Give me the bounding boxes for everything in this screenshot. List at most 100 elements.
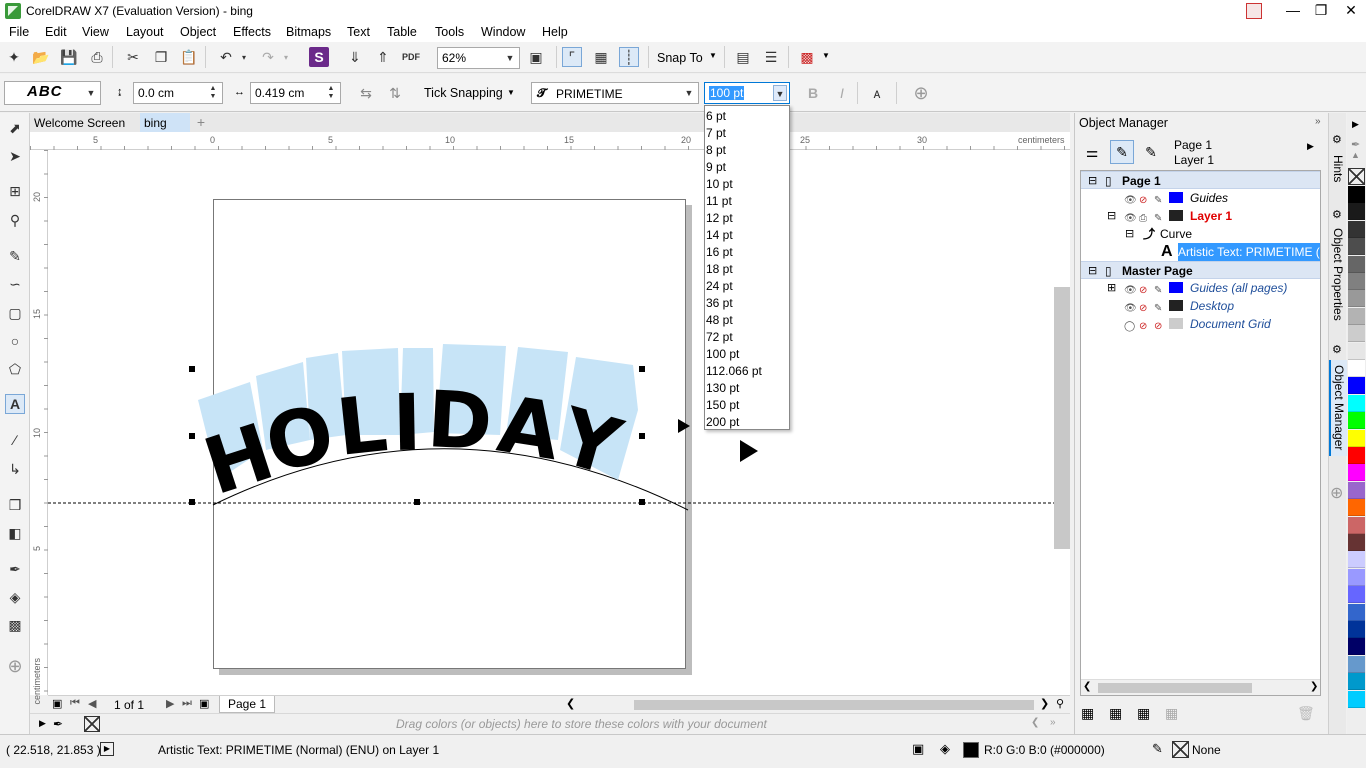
font-list-field[interactable]: 𝓣 PRIMETIME ▼ — [531, 82, 699, 104]
tree-scrollbar-thumb[interactable] — [1098, 683, 1252, 693]
first-page-icon[interactable]: ⏮ — [70, 697, 80, 710]
snap-to-label[interactable]: Snap To — [657, 51, 703, 65]
font-size-option[interactable]: 16 pt — [706, 244, 788, 261]
show-rulers-icon[interactable]: ⌜ — [562, 47, 582, 67]
color-swatch[interactable] — [1348, 255, 1365, 273]
show-guidelines-icon[interactable]: ┊ — [619, 47, 639, 67]
font-size-option[interactable]: 18 pt — [706, 261, 788, 278]
no-fill-swatch[interactable] — [1348, 168, 1365, 185]
path-direction-arrow-icon[interactable] — [678, 419, 690, 433]
add-docker-icon[interactable]: ⊕ — [1330, 483, 1343, 503]
pick-tool-icon[interactable]: ⬈ — [5, 118, 25, 138]
paste-icon[interactable]: 📋 — [179, 47, 199, 67]
next-page-icon[interactable]: ▶ — [166, 697, 174, 710]
stepper-icon[interactable]: ▲ ▼ — [324, 85, 338, 101]
color-swatch[interactable] — [1348, 499, 1365, 517]
tab-object-manager[interactable]: Object Manager — [1329, 360, 1347, 456]
font-size-option[interactable]: 12 pt — [706, 210, 788, 227]
tree-row-master-page[interactable]: ⊟ ▯ Master Page — [1081, 261, 1320, 279]
add-page-before-icon[interactable]: ▣ — [52, 697, 62, 710]
export-icon[interactable]: ⇑ — [373, 47, 393, 67]
collapse-icon[interactable]: ⊟ — [1088, 262, 1097, 280]
color-swatch[interactable] — [1348, 360, 1365, 377]
font-size-option[interactable]: 7 pt — [706, 125, 788, 142]
tree-row-curve[interactable]: ⊟ ⤴ Curve — [1081, 225, 1320, 243]
color-swatch[interactable] — [1348, 238, 1365, 256]
font-size-option[interactable]: 8 pt — [706, 142, 788, 159]
font-size-option[interactable]: 6 pt — [706, 108, 788, 125]
crop-tool-icon[interactable]: ⊞ — [5, 181, 25, 201]
palette-flyout-icon[interactable]: ▶ — [39, 718, 46, 729]
artistic-media-tool-icon[interactable]: ∽ — [5, 274, 25, 294]
redo-dropdown-icon[interactable]: ▾ — [276, 47, 296, 67]
coreldraw-app-icon[interactable] — [5, 3, 21, 19]
chevron-down-icon[interactable]: ▼ — [84, 85, 98, 101]
horizontal-ruler[interactable]: 5 0 5 10 15 20 25 30 centimeters — [30, 132, 1070, 150]
page-flyout-arrow-icon[interactable]: ▶ — [1307, 141, 1314, 152]
undo-icon[interactable]: ↶ — [216, 47, 236, 67]
text-tool-icon[interactable]: A — [5, 394, 25, 414]
tab-object-properties[interactable]: Object Properties — [1329, 225, 1347, 323]
font-size-field[interactable]: 100 pt ▼ — [704, 82, 790, 104]
color-swatch[interactable] — [1348, 429, 1365, 447]
transparency-tool-icon[interactable]: ◧ — [5, 523, 25, 543]
color-swatch[interactable] — [1348, 342, 1365, 360]
minimize-button[interactable]: — — [1278, 0, 1308, 22]
delete-icon[interactable]: 🗑 — [1297, 705, 1315, 722]
tree-row-artistic-text[interactable]: A Artistic Text: PRIMETIME (N — [1081, 243, 1320, 261]
color-swatch[interactable] — [1348, 220, 1365, 238]
redo-icon[interactable]: ↷ — [258, 47, 278, 67]
tab-welcome-screen[interactable]: Welcome Screen — [30, 113, 140, 132]
corel-connect-icon[interactable]: S — [309, 47, 329, 67]
layer-color-swatch[interactable] — [1169, 282, 1183, 293]
distance-from-path-field[interactable]: 0.0 cm ▲ ▼ — [133, 82, 223, 104]
palette-expand-icon[interactable]: » — [1050, 717, 1056, 728]
last-page-icon[interactable]: ⏭ — [182, 697, 192, 710]
color-swatch[interactable] — [1348, 638, 1365, 656]
show-grid-icon[interactable]: ▦ — [591, 47, 611, 67]
font-size-option[interactable]: 130 pt — [706, 380, 788, 397]
new-layer-icon[interactable]: ▦ — [1081, 705, 1094, 722]
color-swatch[interactable] — [1348, 603, 1365, 621]
import-icon[interactable]: ⇓ — [345, 47, 365, 67]
tab-bing[interactable]: bing — [140, 113, 190, 132]
horizontal-scrollbar-thumb[interactable] — [634, 700, 1034, 710]
menu-view[interactable]: View — [82, 25, 109, 39]
color-swatch[interactable] — [1348, 325, 1365, 343]
font-size-option[interactable]: 72 pt — [706, 329, 788, 346]
layer-color-swatch[interactable] — [1169, 192, 1183, 203]
color-swatch[interactable] — [1348, 690, 1365, 708]
color-swatch[interactable] — [1348, 534, 1365, 551]
tree-row-layer-1[interactable]: ⊟ 👁 ⎙ ✎ Layer 1 — [1081, 207, 1320, 225]
menu-tools[interactable]: Tools — [435, 25, 464, 39]
eye-hidden-icon[interactable]: ◯ — [1124, 318, 1135, 336]
no-color-swatch[interactable] — [84, 716, 100, 732]
tick-snapping-label[interactable]: Tick Snapping — [424, 86, 503, 100]
font-size-option[interactable]: 14 pt — [706, 227, 788, 244]
restore-button[interactable]: ❐ — [1306, 0, 1336, 22]
snap-to-chevron-icon[interactable]: ▼ — [709, 51, 717, 60]
color-swatch[interactable] — [1348, 377, 1365, 395]
color-swatch[interactable] — [1348, 447, 1365, 464]
show-object-properties-icon[interactable]: ⚌ — [1081, 141, 1103, 163]
color-swatch[interactable] — [1348, 464, 1365, 482]
zoom-tool-icon[interactable]: ⚲ — [5, 210, 25, 230]
color-swatch[interactable] — [1348, 586, 1365, 604]
quick-customize-icon[interactable]: ⊕ — [911, 83, 931, 103]
menu-bitmaps[interactable]: Bitmaps — [286, 25, 331, 39]
color-proofing-icon[interactable]: ▣ — [912, 741, 924, 757]
new-document-icon[interactable]: ✦ — [4, 47, 24, 67]
layer-color-swatch[interactable] — [1169, 210, 1183, 221]
fill-color-swatch[interactable] — [963, 742, 979, 758]
color-swatch[interactable] — [1348, 516, 1365, 534]
font-size-option[interactable]: 112.066 pt — [706, 363, 788, 380]
font-size-option[interactable]: 10 pt — [706, 176, 788, 193]
status-flyout-icon[interactable]: ▶ — [100, 742, 114, 756]
mirror-horizontal-icon[interactable]: ⇆ — [356, 83, 376, 103]
eyedropper-tool-icon[interactable]: ✒ — [5, 559, 25, 579]
layer-manager-view-icon[interactable]: ✎ — [1140, 141, 1162, 163]
color-swatch[interactable] — [1348, 673, 1365, 691]
menu-object[interactable]: Object — [180, 25, 216, 39]
color-swatch[interactable] — [1348, 621, 1365, 638]
scroll-right-icon[interactable]: ❯ — [1040, 697, 1049, 710]
